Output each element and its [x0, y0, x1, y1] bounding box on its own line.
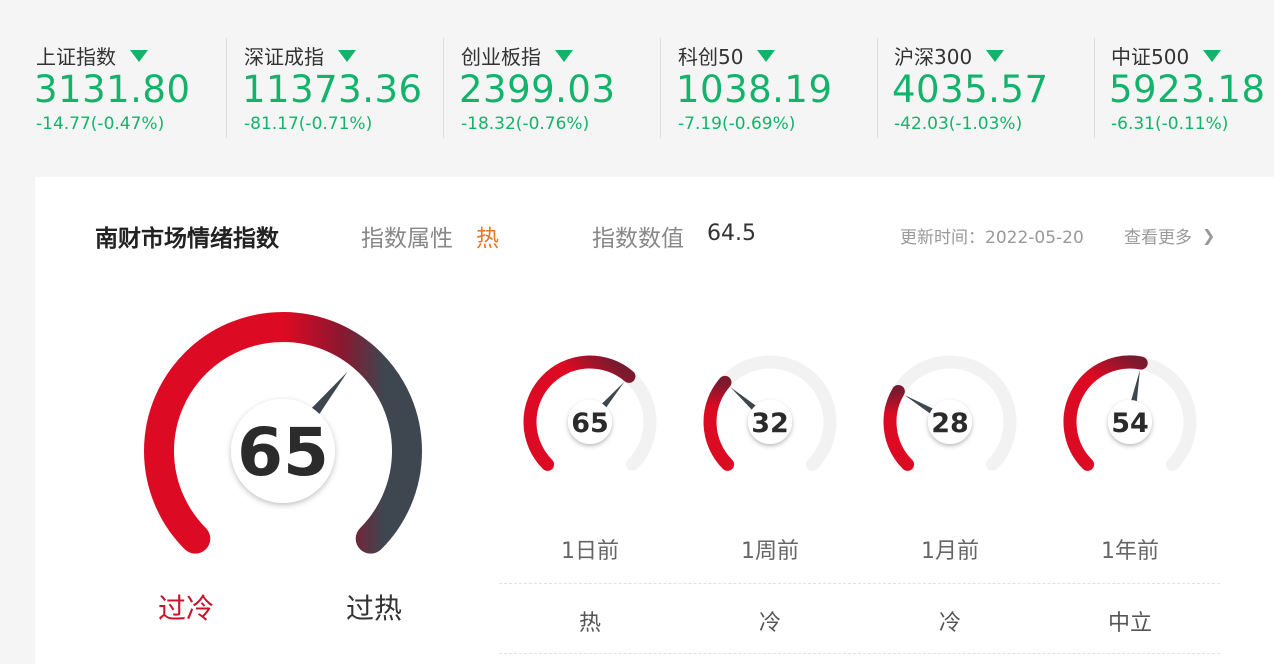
gauge-needle — [1130, 369, 1140, 403]
index-name: 中证500 — [1111, 44, 1190, 69]
period-label: 1周前 — [741, 539, 799, 564]
gauge-value: 65 — [237, 414, 329, 491]
index-ticker-csi300[interactable]: 沪深300 4035.57 -42.03(-1.03%) — [877, 38, 1048, 138]
index-change: -14.77(-0.47%) — [36, 114, 165, 134]
index-name: 科创50 — [678, 44, 744, 69]
gauge-needle — [600, 381, 625, 409]
gauge-value: 65 — [571, 408, 609, 439]
index-ticker-csi500[interactable]: 中证500 5923.18 -6.31(-0.11%) — [1094, 38, 1265, 138]
index-value: 1038.19 — [676, 68, 833, 111]
index-ticker-strip: 上证指数 3131.80 -14.77(-0.47%) 深证成指 11373.3… — [0, 0, 1274, 160]
index-value: 2399.03 — [459, 68, 616, 111]
history-gauge-1-month: 28 — [883, 355, 1017, 471]
gauge-needle — [310, 371, 348, 416]
index-value: 5923.18 — [1109, 68, 1266, 111]
down-triangle-icon — [757, 50, 776, 62]
gauge-value: 32 — [751, 408, 789, 439]
gauge-fill — [703, 375, 735, 471]
see-more-link[interactable]: 查看更多 ❯ — [1124, 223, 1215, 248]
index-ticker-chinext[interactable]: 创业板指 2399.03 -18.32(-0.76%) — [443, 38, 615, 138]
period-label: 1日前 — [561, 539, 619, 564]
gauge-value: 28 — [931, 408, 969, 439]
see-more-label: 查看更多 — [1124, 228, 1192, 248]
mood-label: 热 — [578, 611, 601, 636]
mood-label: 冷 — [758, 611, 781, 636]
chevron-right-icon: ❯ — [1202, 226, 1216, 245]
index-number-value: 64.5 — [707, 221, 756, 246]
index-name: 创业板指 — [461, 44, 541, 69]
index-ticker-star50[interactable]: 科创50 1038.19 -7.19(-0.69%) — [660, 38, 832, 138]
index-change: -18.32(-0.76%) — [461, 114, 590, 134]
index-name: 上证指数 — [36, 44, 116, 69]
sentiment-gauge: 65 — [144, 312, 422, 554]
mood-label: 冷 — [938, 611, 961, 636]
down-triangle-icon — [1203, 50, 1222, 62]
down-triangle-icon — [130, 50, 148, 62]
history-gauge-1-year: 54 — [1063, 355, 1197, 471]
index-name: 沪深300 — [894, 44, 973, 69]
index-change: -7.19(-0.69%) — [678, 114, 796, 134]
index-change: -81.17(-0.71%) — [244, 114, 373, 134]
index-name: 深证成指 — [244, 44, 324, 69]
too-cold-label: 过冷 — [158, 592, 215, 625]
gauge-value: 54 — [1111, 408, 1149, 439]
index-ticker-shenzhen[interactable]: 深证成指 11373.36 -81.17(-0.71%) — [226, 38, 422, 138]
history-gauge-1-week: 32 — [703, 355, 837, 471]
index-change: -6.31(-0.11%) — [1111, 114, 1229, 134]
gauge-needle — [904, 395, 935, 415]
period-label: 1月前 — [921, 539, 979, 564]
table-divider — [499, 583, 1220, 584]
index-value: 3131.80 — [34, 68, 191, 111]
index-change: -42.03(-1.03%) — [894, 114, 1023, 134]
index-value: 4035.57 — [892, 68, 1049, 111]
table-divider — [499, 653, 1220, 654]
update-time: 更新时间：2022-05-20 — [900, 228, 1084, 248]
index-attribute-label: 指数属性 — [361, 226, 453, 252]
mood-label: 中立 — [1107, 611, 1152, 636]
history-gauge-1-day: 65 — [523, 355, 657, 471]
index-attribute-value: 热 — [476, 226, 499, 252]
too-hot-label: 过热 — [346, 592, 403, 625]
gauge-fill — [883, 384, 915, 471]
down-triangle-icon — [338, 50, 356, 62]
down-triangle-icon — [986, 50, 1005, 62]
index-value: 11373.36 — [242, 68, 423, 111]
panel-title: 南财市场情绪指数 — [95, 226, 279, 252]
sentiment-panel: 南财市场情绪指数 指数属性 热 指数数值 64.5 更新时间：2022-05-2… — [35, 177, 1274, 664]
period-label: 1年前 — [1101, 539, 1159, 564]
down-triangle-icon — [555, 50, 573, 62]
index-number-label: 指数数值 — [592, 226, 684, 252]
